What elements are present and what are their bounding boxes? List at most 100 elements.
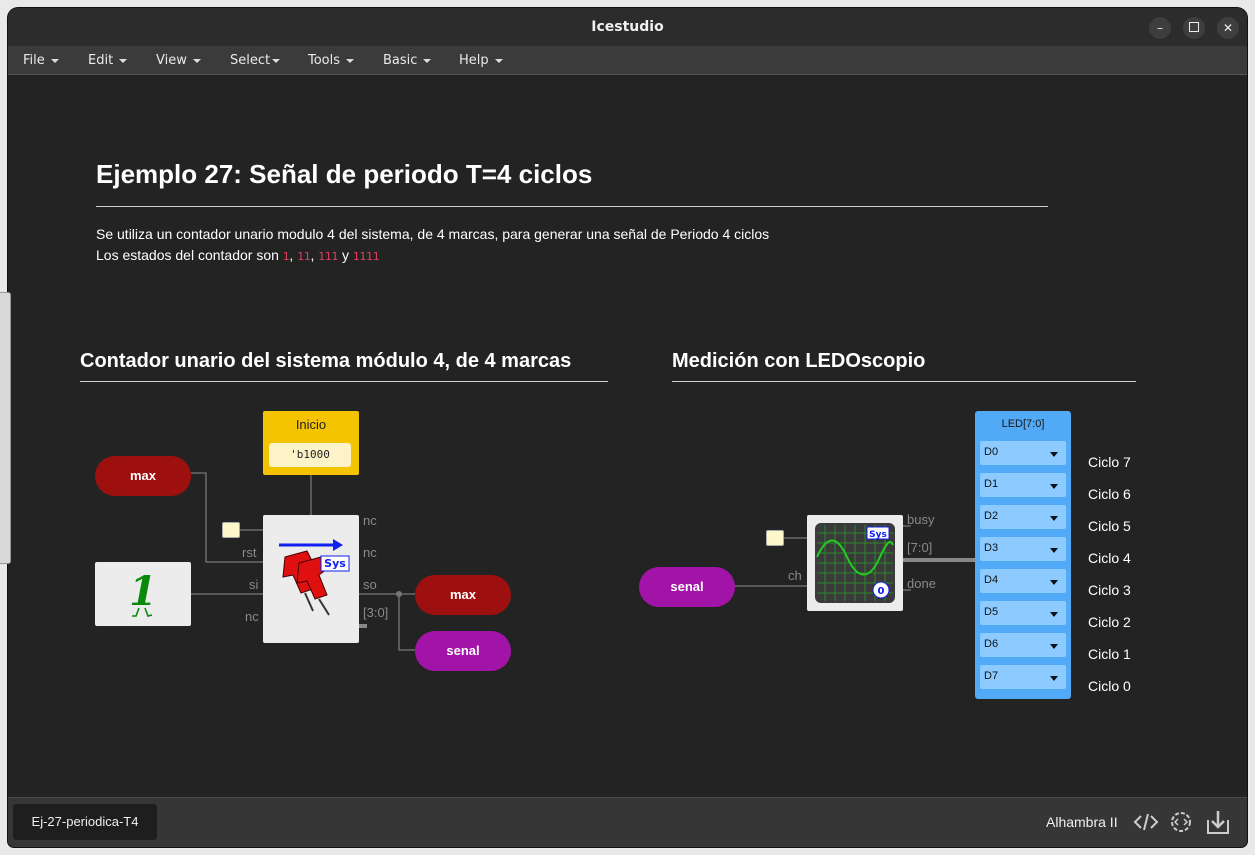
- window-title: Icestudio: [591, 19, 664, 35]
- ciclo-label: Ciclo 0: [1088, 678, 1131, 694]
- menu-basic[interactable]: Basic: [383, 53, 432, 68]
- menu-tools[interactable]: Tools: [308, 53, 355, 68]
- clock-input-right[interactable]: [766, 530, 784, 546]
- chevron-down-icon: [50, 58, 59, 63]
- caret-down-icon: [1050, 580, 1058, 585]
- pin-label: D1: [984, 478, 999, 490]
- menu-edit[interactable]: Edit: [88, 53, 128, 68]
- pin-select-d3[interactable]: D3: [980, 537, 1066, 561]
- pushpin-icon: Sys: [279, 539, 350, 616]
- chevron-down-icon: [423, 58, 432, 63]
- const-one-glyph: 1: [129, 568, 157, 615]
- caret-down-icon: [1050, 548, 1058, 553]
- chevron-down-icon: [119, 58, 128, 63]
- settings-code-icon[interactable]: [1167, 808, 1195, 836]
- pin-select-d1[interactable]: D1: [980, 473, 1066, 497]
- wire-so-senal: [398, 594, 415, 651]
- pin-select-d4[interactable]: D4: [980, 569, 1066, 593]
- menu-view[interactable]: View: [156, 53, 201, 68]
- caret-down-icon: [1050, 644, 1058, 649]
- port-nc: nc: [245, 609, 259, 624]
- pin-select-d6[interactable]: D6: [980, 633, 1066, 657]
- pin-select-d2[interactable]: D2: [980, 505, 1066, 529]
- sys-badge: Sys: [324, 557, 346, 570]
- chevron-down-icon: [494, 58, 503, 63]
- menu-label: View: [156, 53, 187, 68]
- close-button[interactable]: ✕: [1217, 17, 1239, 39]
- port-so: so: [363, 577, 377, 592]
- minimize-icon: –: [1157, 21, 1163, 35]
- port-bus-7-0: [7:0]: [907, 540, 933, 555]
- menu-label: Help: [459, 53, 489, 68]
- menu-label: File: [23, 53, 45, 68]
- port-nc: nc: [363, 513, 377, 528]
- input-senal[interactable]: senal: [639, 567, 735, 607]
- constant-one-block[interactable]: 1: [95, 562, 191, 626]
- inicio-title: Inicio: [295, 417, 327, 432]
- download-icon[interactable]: [1204, 808, 1232, 836]
- ciclo-label: Ciclo 3: [1088, 582, 1131, 598]
- maximize-button[interactable]: [1183, 17, 1205, 39]
- sys-badge: Sys: [869, 530, 887, 540]
- zero-badge: 0: [878, 586, 885, 597]
- menu-label: Select: [230, 53, 271, 68]
- inicio-value[interactable]: 'b1000: [269, 443, 351, 467]
- file-tab[interactable]: Ej-27-periodica-T4: [13, 804, 157, 840]
- pin-label: D2: [984, 510, 999, 522]
- close-icon: ✕: [1222, 21, 1234, 35]
- input-max[interactable]: max: [95, 456, 191, 496]
- output-max[interactable]: max: [415, 575, 511, 615]
- pin-select-d5[interactable]: D5: [980, 601, 1066, 625]
- clock-input-left[interactable]: [222, 522, 240, 538]
- ledoscopio-block[interactable]: Sys 0: [807, 515, 903, 611]
- board-selector[interactable]: Alhambra II: [1046, 814, 1118, 830]
- ciclo-label: Ciclo 1: [1088, 646, 1131, 662]
- port-ch: ch: [788, 568, 802, 583]
- unary-one-icon: 1: [129, 568, 157, 617]
- menu-label: Tools: [308, 53, 341, 68]
- port-bus-3-0: [3:0]: [363, 605, 389, 620]
- pin-label: D4: [984, 574, 999, 586]
- inicio-param-block[interactable]: Inicio 'b1000: [263, 411, 359, 475]
- pin-select-d0[interactable]: D0: [980, 441, 1066, 465]
- chevron-down-icon: [346, 58, 355, 63]
- port-nc: nc: [363, 545, 377, 560]
- status-bar: Ej-27-periodica-T4 Alhambra II: [8, 797, 1247, 847]
- ciclo-label: Ciclo 2: [1088, 614, 1131, 630]
- pin-label: D7: [984, 670, 999, 682]
- ciclo-label: Ciclo 6: [1088, 486, 1131, 502]
- menu-label: Edit: [88, 53, 114, 68]
- menu-select[interactable]: Select: [230, 53, 281, 68]
- output-senal[interactable]: senal: [415, 631, 511, 671]
- caret-down-icon: [1050, 484, 1058, 489]
- menu-label: Basic: [383, 53, 418, 68]
- caret-down-icon: [1050, 676, 1058, 681]
- port-done: done: [907, 576, 936, 591]
- pin-label: D3: [984, 542, 999, 554]
- minimize-button[interactable]: –: [1149, 17, 1171, 39]
- led-title: LED[7:0]: [1001, 418, 1045, 430]
- led-output-block[interactable]: LED[7:0] D0 D1 D2 D3 D4 D5 D6 D7: [975, 411, 1071, 699]
- pin-label: D0: [984, 446, 999, 458]
- code-icon[interactable]: [1132, 808, 1160, 836]
- pin-select-d7[interactable]: D7: [980, 665, 1066, 689]
- chevron-down-icon: [192, 58, 201, 63]
- chevron-down-icon: [272, 58, 281, 63]
- caret-down-icon: [1050, 516, 1058, 521]
- side-panel-handle[interactable]: [0, 292, 11, 564]
- menu-bar: File Edit View Select Tools Basic Help: [8, 46, 1247, 75]
- caret-down-icon: [1050, 452, 1058, 457]
- design-canvas[interactable]: Ejemplo 27: Señal de periodo T=4 ciclos …: [8, 75, 1247, 797]
- app-window: Icestudio – ✕ File Edit View Select Tool…: [8, 8, 1247, 847]
- caret-down-icon: [1050, 612, 1058, 617]
- port-busy: busy: [907, 512, 935, 527]
- title-bar: Icestudio – ✕: [8, 8, 1247, 46]
- menu-help[interactable]: Help: [459, 53, 503, 68]
- pin-label: D5: [984, 606, 999, 618]
- ciclo-label: Ciclo 4: [1088, 550, 1131, 566]
- ciclo-label: Ciclo 7: [1088, 454, 1131, 470]
- maximize-icon: [1189, 22, 1199, 32]
- counter-block[interactable]: Sys: [263, 515, 359, 643]
- menu-file[interactable]: File: [23, 53, 59, 68]
- wire-junction: [396, 591, 402, 597]
